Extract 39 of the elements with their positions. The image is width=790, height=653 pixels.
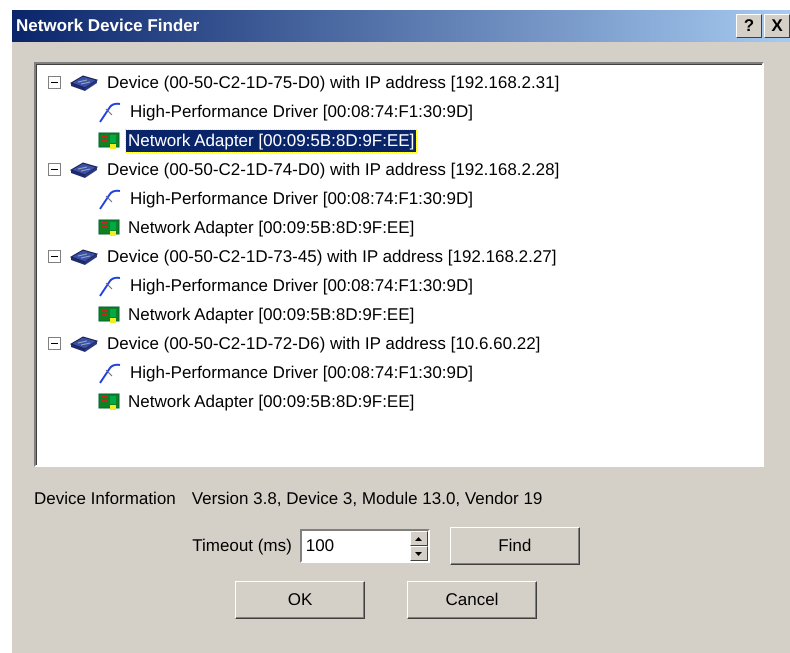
circuit-board-icon: [98, 132, 120, 150]
tree-item[interactable]: Network Adapter [00:09:5B:8D:9F:EE]: [126, 390, 416, 412]
device-icon: [69, 74, 99, 92]
curve-icon: [98, 100, 122, 122]
tree-item[interactable]: High-Performance Driver [00:08:74:F1:30:9D]: [128, 100, 475, 122]
circuit-board-icon: [98, 392, 120, 410]
device-info-value: Version 3.8, Device 3, Module 13.0, Vendor 19: [192, 489, 542, 509]
curve-icon: [98, 274, 122, 296]
tree-item[interactable]: Network Adapter [00:09:5B:8D:9F:EE]: [126, 304, 416, 326]
circuit-board-icon: [98, 306, 120, 324]
tree-item[interactable]: Network Adapter [00:09:5B:8D:9F:EE]: [126, 216, 416, 238]
curve-icon: [98, 188, 122, 210]
timeout-spinner[interactable]: 100: [300, 529, 430, 563]
find-button[interactable]: Find: [450, 527, 580, 565]
collapse-toggle[interactable]: [48, 76, 61, 89]
tree-item[interactable]: High-Performance Driver [00:08:74:F1:30:9D]: [128, 274, 475, 296]
tree-item[interactable]: Network Adapter [00:09:5B:8D:9F:EE]: [126, 130, 416, 152]
device-icon: [69, 248, 99, 266]
curve-icon: [98, 362, 122, 384]
collapse-toggle[interactable]: [48, 337, 61, 350]
device-icon: [69, 334, 99, 352]
ok-button[interactable]: OK: [235, 581, 365, 619]
circuit-board-icon: [98, 218, 120, 236]
tree-item[interactable]: Device (00-50-C2-1D-74-D0) with IP address [192.168.2.28]: [105, 158, 562, 180]
timeout-field[interactable]: 100: [302, 531, 410, 561]
collapse-toggle[interactable]: [48, 250, 61, 263]
tree-item[interactable]: Device (00-50-C2-1D-75-D0) with IP address [192.168.2.31]: [105, 72, 562, 94]
cancel-button[interactable]: Cancel: [407, 581, 537, 619]
tree-item[interactable]: Device (00-50-C2-1D-73-45) with IP address [192.168.2.27]: [105, 246, 558, 268]
timeout-label: Timeout (ms): [192, 536, 292, 556]
tree-item[interactable]: Device (00-50-C2-1D-72-D6) with IP address [10.6.60.22]: [105, 332, 542, 354]
window-title: Network Device Finder: [16, 16, 200, 36]
collapse-toggle[interactable]: [48, 163, 61, 176]
device-icon: [69, 160, 99, 178]
tree-item[interactable]: High-Performance Driver [00:08:74:F1:30:9D]: [128, 188, 475, 210]
tree-item[interactable]: High-Performance Driver [00:08:74:F1:30:9D]: [128, 362, 475, 384]
help-button[interactable]: ?: [736, 14, 762, 38]
device-info-label: Device Information: [34, 489, 176, 509]
close-button[interactable]: X: [764, 14, 790, 38]
